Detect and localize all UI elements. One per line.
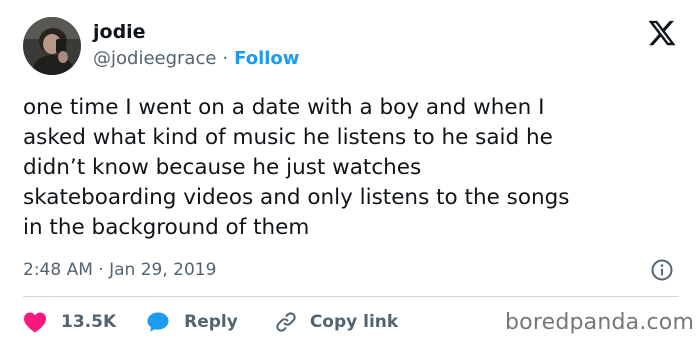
source-watermark: boredpanda.com xyxy=(505,310,695,335)
speech-bubble-icon xyxy=(147,312,169,332)
like-button[interactable]: 13.5K xyxy=(23,311,116,333)
info-icon[interactable] xyxy=(650,258,674,282)
author-handle-row: @jodieegrace · Follow xyxy=(93,47,299,71)
copy-link-button[interactable]: Copy link xyxy=(274,310,398,334)
tweet-text-line: skateboarding videos and only listens to… xyxy=(23,185,570,210)
link-icon xyxy=(276,312,296,332)
avatar[interactable] xyxy=(23,17,81,75)
tweet-text: one time I went on a date with a boy and… xyxy=(23,93,683,243)
tweet-text-line: didn’t know because he just watches xyxy=(23,155,422,180)
tweet-timestamp[interactable]: 2:48 AM · Jan 29, 2019 xyxy=(23,258,216,282)
follow-button[interactable]: Follow xyxy=(234,48,299,69)
author-handle[interactable]: @jodieegrace xyxy=(93,48,216,69)
tweet-text-line: in the background of them xyxy=(23,215,310,240)
reply-button[interactable]: Reply xyxy=(146,310,238,334)
author-name[interactable]: jodie xyxy=(93,20,146,44)
tweet-text-line: asked what kind of music he listens to h… xyxy=(23,125,553,150)
like-count: 13.5K xyxy=(61,312,117,332)
divider xyxy=(23,296,679,297)
tweet-card: jodie @jodieegrace · Follow one time I wen… xyxy=(0,0,700,348)
copy-link-label: Copy link xyxy=(309,312,399,332)
handle-separator: · xyxy=(222,48,229,69)
tweet-text-line: one time I went on a date with a boy and… xyxy=(23,95,545,120)
avatar-photo xyxy=(23,17,81,75)
heart-icon xyxy=(24,312,46,333)
action-bar: 13.5K Reply Copy link xyxy=(23,309,398,335)
x-logo-icon[interactable] xyxy=(647,18,677,48)
reply-label: Reply xyxy=(184,312,238,332)
